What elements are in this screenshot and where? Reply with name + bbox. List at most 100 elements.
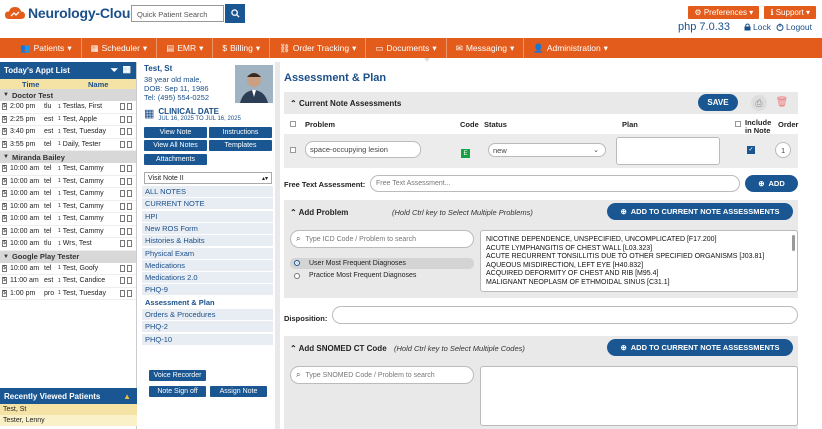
user-frequent-radio[interactable] <box>294 260 300 266</box>
note-nav-item[interactable]: Histories & Habits <box>142 235 273 248</box>
person-icon[interactable] <box>120 103 125 110</box>
appt-row[interactable]: $10:00 am tel 1 Test, Cammy <box>0 163 136 176</box>
document-icon[interactable] <box>127 140 132 148</box>
dollar-icon[interactable]: $ <box>2 115 7 123</box>
person-icon[interactable] <box>120 202 125 210</box>
instructions-button[interactable]: Instructions <box>209 127 272 138</box>
nav-scheduler[interactable]: ▦ Scheduler ▾ <box>82 38 158 58</box>
view-all-notes-button[interactable]: View All Notes <box>144 140 207 151</box>
add-to-current-button[interactable]: ⊕ ADD TO CURRENT NOTE ASSESSMENTS <box>607 203 793 220</box>
appt-row[interactable]: $10:00 am tel 1 Test, Cammy <box>0 201 136 213</box>
appt-row[interactable]: $1:00 pm pro 1 Test, Tuesday <box>0 288 136 300</box>
include-checkbox[interactable]: ✓ <box>747 146 755 154</box>
diagnosis-option[interactable]: ACUTE RECURRENT TONSILLITIS DUE TO OTHER… <box>486 253 792 262</box>
quick-patient-search-input[interactable]: Quick Patient Search <box>131 5 224 22</box>
diagnosis-option[interactable]: AQUEOUS MISDIRECTION, LEFT EYE [H40.832] <box>486 262 792 271</box>
note-sign-off-button[interactable]: Note Sign off <box>149 386 206 397</box>
icd-search-input[interactable]: ⌕ Type ICD Code / Problem to search <box>290 230 474 248</box>
print-icon[interactable]: ⎙ <box>751 95 767 111</box>
person-icon[interactable] <box>120 177 125 185</box>
recent-patient[interactable]: Tester, Lenny <box>0 415 137 426</box>
dollar-icon[interactable]: $ <box>2 140 7 148</box>
document-icon[interactable] <box>127 227 132 235</box>
save-button[interactable]: SAVE <box>698 94 738 111</box>
trash-icon[interactable]: 🗑 <box>774 95 790 111</box>
note-nav-item[interactable]: HPI <box>142 210 273 223</box>
add-button[interactable]: ⊕ ADD <box>745 175 798 192</box>
preferences-button[interactable]: ⚙ Preferences ▾ <box>688 6 760 19</box>
person-icon[interactable] <box>120 190 125 197</box>
diagnosis-option[interactable]: ACUTE LYMPHANGITIS OF CHEST WALL [L03.32… <box>486 245 792 254</box>
appt-group-header[interactable]: ▼ Miranda Bailey <box>0 151 136 163</box>
lock-button[interactable]: Lock <box>744 22 771 32</box>
person-icon[interactable] <box>120 115 125 123</box>
logout-button[interactable]: Logout <box>776 22 812 32</box>
note-nav-item[interactable]: Orders & Procedures <box>142 309 273 321</box>
person-icon[interactable] <box>120 215 125 222</box>
appt-row[interactable]: $2:25 pm est 1 Test, Apple <box>0 114 136 126</box>
problem-field[interactable]: space-occupying lesion <box>305 141 421 158</box>
note-nav-item[interactable]: Medications 2.0 <box>142 272 273 285</box>
status-select[interactable]: new ⌄ <box>488 143 606 157</box>
dollar-icon[interactable]: $ <box>2 177 7 185</box>
document-icon[interactable] <box>127 277 132 284</box>
document-icon[interactable] <box>127 202 132 210</box>
person-icon[interactable] <box>120 140 125 148</box>
snomed-search-input[interactable]: ⌕ Type SNOMED Code / Problem to search <box>290 366 474 384</box>
document-icon[interactable] <box>127 128 132 135</box>
dollar-icon[interactable]: $ <box>2 128 7 136</box>
document-icon[interactable] <box>127 190 132 197</box>
include-all-checkbox[interactable] <box>735 121 741 127</box>
appt-row[interactable]: $10:00 am tel 1 Test, Cammy <box>0 188 136 201</box>
nav-messaging[interactable]: ✉ Messaging ▾ <box>447 38 525 58</box>
nav-order-tracking[interactable]: ⛓ Order Tracking ▾ <box>270 38 367 58</box>
attachments-button[interactable]: Attachments <box>144 154 207 165</box>
dollar-icon[interactable]: $ <box>2 215 7 223</box>
nav-billing[interactable]: $ Billing ▾ <box>213 38 271 58</box>
note-nav-item[interactable]: PHQ-2 <box>142 321 273 334</box>
dollar-icon[interactable]: $ <box>2 289 7 297</box>
support-button[interactable]: ℹ Support ▾ <box>764 6 816 19</box>
person-icon[interactable] <box>120 227 125 235</box>
free-text-input[interactable]: Free Text Assessment... <box>370 175 740 192</box>
document-icon[interactable] <box>127 177 132 185</box>
appt-row[interactable]: $11:00 am est 1 Test, Candice <box>0 275 136 288</box>
nav-administration[interactable]: 👤 Administration ▾ <box>524 38 617 58</box>
appt-group-header[interactable]: ▼ Doctor Test <box>0 89 136 101</box>
nav-patients[interactable]: 👥 Patients ▾ <box>11 38 82 58</box>
document-icon[interactable] <box>127 240 132 247</box>
code-badge[interactable]: E <box>461 149 470 158</box>
appt-row[interactable]: $10:00 am tel 1 Test, Cammy <box>0 213 136 226</box>
dollar-icon[interactable]: $ <box>2 165 7 173</box>
practice-frequent-label[interactable]: Practice Most Frequent Diagnoses <box>309 272 416 279</box>
user-frequent-option[interactable]: User Most Frequent Diagnoses <box>290 258 474 269</box>
pane-scrollbar[interactable] <box>275 62 280 429</box>
person-icon[interactable] <box>120 240 125 247</box>
plan-textarea[interactable] <box>616 137 720 165</box>
app-logo[interactable]: Neurology-Cloud <box>4 5 139 21</box>
list-scrollbar[interactable] <box>792 235 795 251</box>
voice-recorder-button[interactable]: Voice Recorder <box>149 370 206 381</box>
appt-row[interactable]: $2:00 pm tlu 1 Testlas, First <box>0 101 136 114</box>
person-icon[interactable] <box>120 289 125 297</box>
note-nav-item[interactable]: Assessment & Plan <box>142 296 273 309</box>
appt-row[interactable]: $10:00 am tlu 1 Wrs, Test <box>0 238 136 251</box>
disposition-input[interactable] <box>332 306 798 324</box>
document-icon[interactable] <box>127 115 132 123</box>
dollar-icon[interactable]: $ <box>2 240 7 248</box>
patient-name[interactable]: Test, St <box>144 64 172 73</box>
practice-frequent-radio[interactable] <box>294 273 300 279</box>
view-note-button[interactable]: View Note <box>144 127 207 138</box>
order-field[interactable]: 1 <box>775 142 791 158</box>
note-nav-item[interactable]: CURRENT NOTE <box>142 198 273 211</box>
note-nav-item[interactable]: PHQ-10 <box>142 333 273 346</box>
document-icon[interactable] <box>127 215 132 222</box>
diagnosis-option[interactable]: ACQUIRED DEFORMITY OF CHEST AND RIB [M95… <box>486 270 792 279</box>
person-icon[interactable] <box>120 165 125 172</box>
note-nav-item[interactable]: ALL NOTES <box>142 186 273 198</box>
diagnosis-list[interactable]: NICOTINE DEPENDENCE, UNSPECIFIED, UNCOMP… <box>480 230 798 292</box>
dollar-icon[interactable]: $ <box>2 190 7 198</box>
recent-patient[interactable]: Test, St <box>0 404 137 415</box>
nav-documents[interactable]: ▭ Documents ▾ <box>366 38 447 58</box>
appt-row[interactable]: $10:00 am tel 1 Test, Cammy <box>0 226 136 238</box>
